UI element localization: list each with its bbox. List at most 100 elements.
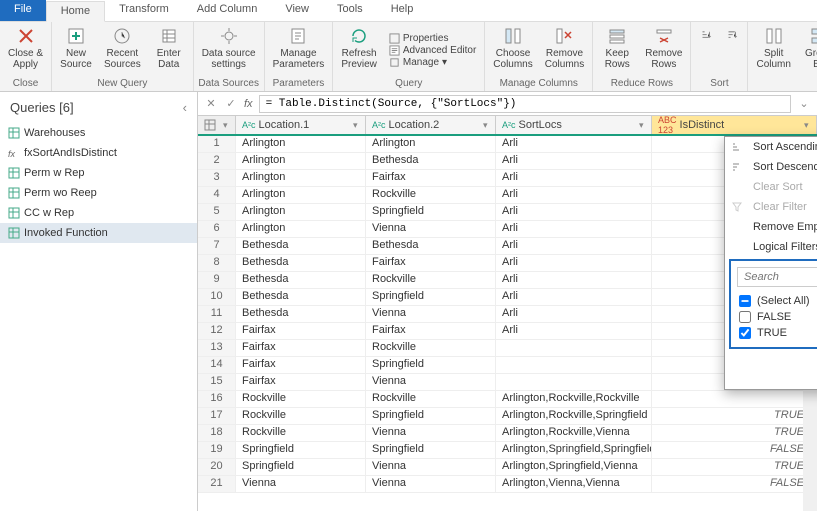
cell[interactable]: Fairfax — [366, 255, 496, 271]
remove-rows-button[interactable]: Remove Rows — [641, 24, 686, 77]
table-row[interactable]: 16RockvilleRockvilleArlington,Rockville,… — [198, 391, 817, 408]
cell[interactable]: Vienna — [366, 306, 496, 322]
refresh-preview-button[interactable]: Refresh Preview — [337, 24, 381, 77]
filter-search-input[interactable] — [737, 267, 817, 287]
logical-filters-item[interactable]: Logical Filters▸ — [725, 237, 817, 257]
cell[interactable]: Springfield — [366, 289, 496, 305]
cell[interactable]: Arlington — [236, 187, 366, 203]
cell[interactable]: Springfield — [366, 204, 496, 220]
cell[interactable]: Arlington,Vienna,Vienna — [496, 476, 652, 492]
cell[interactable]: Arli — [496, 136, 652, 152]
cell[interactable]: Arlington,Rockville,Rockville — [496, 391, 652, 407]
remove-columns-button[interactable]: Remove Columns — [541, 24, 588, 77]
cell[interactable]: Rockville — [366, 187, 496, 203]
cell[interactable]: Arlington — [236, 170, 366, 186]
cell[interactable]: Arlington,Rockville,Vienna — [496, 425, 652, 441]
cell[interactable]: Springfield — [366, 408, 496, 424]
filter-checkbox[interactable] — [739, 327, 751, 339]
cell[interactable]: Bethesda — [366, 238, 496, 254]
data-source-settings-button[interactable]: Data source settings — [198, 24, 260, 77]
accept-formula-button[interactable]: ✓ — [224, 97, 238, 111]
expand-formula-button[interactable]: ⌄ — [797, 97, 811, 111]
table-row[interactable]: 17RockvilleSpringfieldArlington,Rockvill… — [198, 408, 817, 425]
cell[interactable]: Rockville — [236, 391, 366, 407]
tab-transform[interactable]: Transform — [105, 0, 183, 21]
query-item[interactable]: Perm w Rep — [0, 163, 197, 183]
cell[interactable]: TRUE — [652, 459, 817, 475]
cell[interactable]: Arlington — [236, 221, 366, 237]
manage-button[interactable]: Manage ▾ — [389, 57, 476, 68]
cell[interactable]: Bethesda — [236, 289, 366, 305]
cell[interactable]: Arlington — [366, 136, 496, 152]
query-item[interactable]: fxfxSortAndIsDistinct — [0, 143, 197, 163]
filter-checkbox[interactable] — [739, 311, 751, 323]
cell[interactable]: Arli — [496, 289, 652, 305]
tab-help[interactable]: Help — [377, 0, 428, 21]
cell[interactable]: Fairfax — [366, 170, 496, 186]
cell[interactable]: Arli — [496, 255, 652, 271]
recent-sources-button[interactable]: Recent Sources — [100, 24, 145, 77]
cell[interactable]: Arli — [496, 153, 652, 169]
cell[interactable]: Arli — [496, 221, 652, 237]
table-row[interactable]: 21ViennaViennaArlington,Vienna,ViennaFAL… — [198, 476, 817, 493]
cancel-formula-button[interactable]: ✕ — [204, 97, 218, 111]
query-item[interactable]: Invoked Function — [0, 223, 197, 243]
tab-addcolumn[interactable]: Add Column — [183, 0, 272, 21]
sort-asc-button[interactable] — [695, 24, 717, 77]
query-item[interactable]: Perm wo Reep — [0, 183, 197, 203]
cell[interactable]: Vienna — [366, 221, 496, 237]
cell[interactable]: Vienna — [366, 374, 496, 390]
choose-columns-button[interactable]: Choose Columns — [489, 24, 536, 77]
formula-input[interactable] — [259, 95, 791, 113]
cell[interactable]: Vienna — [366, 476, 496, 492]
properties-button[interactable]: Properties — [389, 33, 476, 44]
cell[interactable]: Arli — [496, 187, 652, 203]
cell[interactable]: Rockville — [236, 425, 366, 441]
table-row[interactable]: 20SpringfieldViennaArlington,Springfield… — [198, 459, 817, 476]
manage-parameters-button[interactable]: Manage Parameters — [269, 24, 329, 77]
filter-option[interactable]: FALSE — [737, 309, 817, 325]
sort-descending-item[interactable]: Sort Descending — [725, 157, 817, 177]
cell[interactable]: Springfield — [366, 357, 496, 373]
collapse-queries-icon[interactable]: ‹ — [183, 100, 187, 115]
cell[interactable] — [496, 374, 652, 390]
cell[interactable] — [652, 391, 817, 407]
cell[interactable]: Arli — [496, 204, 652, 220]
cell[interactable]: Vienna — [366, 459, 496, 475]
column-header-location2[interactable]: A²ᴄLocation.2▾ — [366, 116, 496, 134]
sort-desc-button[interactable] — [721, 24, 743, 77]
cell[interactable]: Vienna — [236, 476, 366, 492]
cell[interactable]: Bethesda — [236, 255, 366, 271]
split-column-button[interactable]: Split Column — [752, 24, 794, 77]
cell[interactable]: Rockville — [366, 272, 496, 288]
cell[interactable] — [496, 340, 652, 356]
new-source-button[interactable]: New Source — [56, 24, 96, 77]
cell[interactable]: Springfield — [236, 442, 366, 458]
cell[interactable]: Bethesda — [236, 272, 366, 288]
sort-ascending-item[interactable]: Sort Ascending — [725, 137, 817, 157]
table-row[interactable]: 19SpringfieldSpringfieldArlington,Spring… — [198, 442, 817, 459]
cell[interactable]: Rockville — [366, 391, 496, 407]
column-header-isdistinct[interactable]: ABC123IsDistinct▾ — [652, 116, 817, 134]
cell[interactable]: Springfield — [366, 442, 496, 458]
cell[interactable]: Arlington — [236, 153, 366, 169]
enter-data-button[interactable]: Enter Data — [149, 24, 189, 77]
filter-checkbox[interactable] — [739, 295, 751, 307]
cell[interactable]: Bethesda — [236, 238, 366, 254]
cell[interactable]: Arli — [496, 170, 652, 186]
row-header-corner[interactable]: ▾ — [198, 116, 236, 134]
cell[interactable]: Arlington,Springfield,Springfield — [496, 442, 652, 458]
cell[interactable]: Rockville — [366, 340, 496, 356]
cell[interactable]: Fairfax — [236, 323, 366, 339]
tab-home[interactable]: Home — [46, 1, 105, 22]
query-item[interactable]: CC w Rep — [0, 203, 197, 223]
cell[interactable]: Bethesda — [366, 153, 496, 169]
tab-file[interactable]: File — [0, 0, 46, 21]
cell[interactable]: Arli — [496, 306, 652, 322]
cell[interactable]: Arlington,Rockville,Springfield — [496, 408, 652, 424]
tab-view[interactable]: View — [271, 0, 323, 21]
query-item[interactable]: Warehouses — [0, 123, 197, 143]
column-header-location1[interactable]: A²ᴄLocation.1▾ — [236, 116, 366, 134]
column-header-sortlocs[interactable]: A²ᴄSortLocs▾ — [496, 116, 652, 134]
cell[interactable]: TRUE — [652, 425, 817, 441]
